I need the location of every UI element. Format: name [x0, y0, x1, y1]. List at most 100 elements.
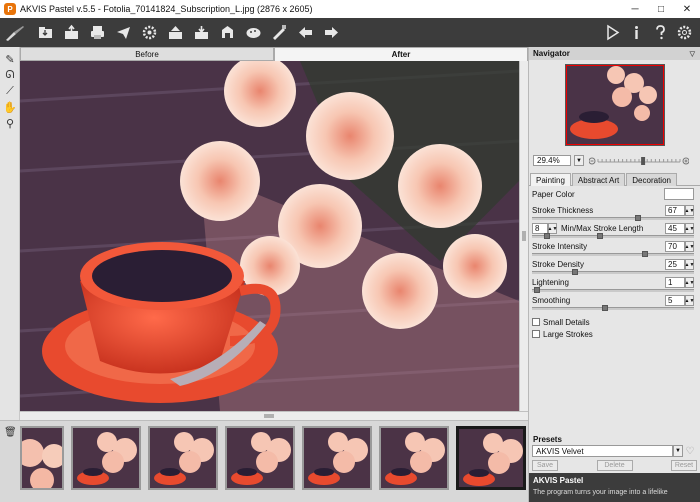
lightening-slider[interactable] — [532, 289, 694, 292]
tab-decoration[interactable]: Decoration — [626, 173, 677, 186]
zoom-icon[interactable]: ⚲ — [0, 115, 20, 131]
stroke-length-row: 8 ▲▼ Min/Max Stroke Length 45 ▲▼ — [532, 222, 697, 240]
stroke-intensity-input[interactable]: 70 — [665, 241, 685, 252]
reset-preset-button[interactable]: Reset — [671, 460, 697, 471]
zoom-slider[interactable] — [589, 156, 689, 165]
large-strokes-label: Large Strokes — [543, 329, 593, 339]
slider-handle-min[interactable] — [544, 233, 550, 239]
spinner-icon[interactable]: ▲▼ — [685, 205, 694, 216]
spinner-icon[interactable]: ▲▼ — [685, 295, 694, 306]
paper-color-swatch[interactable] — [664, 188, 694, 200]
slider-handle[interactable] — [635, 215, 641, 221]
timeline-thumbnail[interactable] — [148, 426, 218, 490]
hand-icon[interactable]: ✋ — [0, 99, 20, 115]
navigator — [529, 60, 700, 153]
view-tabs: Before After — [20, 47, 528, 61]
tab-before[interactable]: Before — [20, 47, 274, 61]
timeline-thumbnail[interactable] — [225, 426, 295, 490]
timeline-thumbnail[interactable] — [302, 426, 372, 490]
about-panel: AKVIS Pastel The program turns your imag… — [529, 473, 700, 502]
print-icon[interactable] — [84, 21, 110, 45]
small-details-checkbox[interactable] — [532, 318, 540, 326]
timeline-thumbnail[interactable] — [20, 426, 64, 490]
spinner-icon[interactable]: ▲▼ — [685, 241, 694, 252]
stroke-thickness-slider[interactable] — [532, 217, 694, 220]
lightening-row: Lightening 1 ▲▼ — [532, 276, 697, 294]
export-icon[interactable] — [188, 21, 214, 45]
spinner-icon[interactable]: ▲▼ — [685, 259, 694, 270]
navigator-preview[interactable] — [565, 64, 665, 146]
trash-icon[interactable]: 🗑 — [4, 427, 17, 438]
spinner-icon[interactable]: ▲▼ — [685, 277, 694, 288]
stroke-length-slider[interactable] — [532, 235, 694, 238]
tab-painting[interactable]: Painting — [530, 173, 571, 186]
lightening-input[interactable]: 1 — [665, 277, 685, 288]
import-icon[interactable] — [214, 21, 240, 45]
zoom-dropdown-icon[interactable]: ▼ — [574, 155, 584, 166]
slider-handle-max[interactable] — [597, 233, 603, 239]
back-arrow-icon[interactable] — [292, 21, 318, 45]
favorite-heart-icon[interactable]: ♡ — [683, 445, 697, 457]
slider-handle[interactable] — [534, 287, 540, 293]
timeline-thumbnail[interactable] — [71, 426, 141, 490]
smudge-icon[interactable]: ⟋ — [0, 83, 20, 99]
delete-preset-button[interactable]: Delete — [596, 460, 633, 471]
main-toolbar — [0, 18, 700, 47]
small-details-option[interactable]: Small Details — [532, 316, 697, 328]
presets-title: Presets — [533, 434, 562, 444]
preset-select[interactable]: AKVIS Velvet — [532, 445, 673, 457]
brush-share-icon[interactable] — [266, 21, 292, 45]
chevron-down-icon[interactable]: ▼ — [673, 445, 683, 457]
canvas-vertical-scrollbar[interactable] — [519, 61, 528, 411]
minimize-button[interactable]: ─ — [622, 0, 648, 18]
batch-icon[interactable] — [162, 21, 188, 45]
app-logo-icon: P — [4, 3, 16, 15]
tab-after[interactable]: After — [274, 47, 528, 61]
about-description: The program turns your image into a life… — [533, 489, 668, 496]
about-title: AKVIS Pastel — [533, 476, 584, 485]
large-strokes-option[interactable]: Large Strokes — [532, 328, 697, 340]
open-icon[interactable] — [32, 21, 58, 45]
preferences-icon[interactable] — [672, 20, 696, 44]
close-button[interactable]: ✕ — [674, 0, 700, 18]
slider-handle[interactable] — [602, 305, 608, 311]
save-preset-button[interactable]: Save — [532, 460, 558, 471]
smoothing-input[interactable]: 5 — [665, 295, 685, 306]
tab-abstract-art[interactable]: Abstract Art — [571, 173, 626, 186]
zoom-input[interactable]: 29.4% — [533, 155, 571, 166]
large-strokes-checkbox[interactable] — [532, 330, 540, 338]
timeline-filmstrip: 🗑 — [0, 420, 528, 502]
stroke-thickness-row: Stroke Thickness 67 ▲▼ — [532, 204, 697, 222]
spinner-icon[interactable]: ▲▼ — [685, 223, 694, 234]
maximize-button[interactable]: □ — [648, 0, 674, 18]
preset-share-icon[interactable] — [240, 21, 266, 45]
run-icon[interactable] — [600, 20, 624, 44]
settings-gear-icon[interactable] — [136, 21, 162, 45]
smoothing-slider[interactable] — [532, 307, 694, 310]
stroke-density-input[interactable]: 25 — [665, 259, 685, 270]
forward-arrow-icon[interactable] — [318, 21, 344, 45]
stroke-density-slider[interactable] — [532, 271, 694, 274]
help-icon[interactable] — [648, 20, 672, 44]
navigator-title: Navigator — [533, 49, 570, 58]
save-icon[interactable] — [58, 21, 84, 45]
stroke-thickness-input[interactable]: 67 — [665, 205, 685, 216]
brush-icon[interactable]: ✎ — [0, 51, 20, 67]
image-canvas[interactable] — [20, 61, 519, 411]
timeline-thumbnail[interactable] — [379, 426, 449, 490]
lightening-label: Lightening — [532, 278, 569, 287]
pastel-artwork — [20, 61, 519, 411]
collapse-icon[interactable]: ▽ — [690, 50, 695, 58]
share-icon[interactable] — [110, 21, 136, 45]
history-brush-icon[interactable]: ᘏ — [0, 67, 20, 83]
slider-handle[interactable] — [572, 269, 578, 275]
presets-section: Presets AKVIS Velvet ▼ ♡ Save Delete Res… — [529, 433, 700, 474]
navigator-view-rect[interactable] — [566, 65, 664, 145]
timeline-thumbnail-selected[interactable] — [456, 426, 526, 490]
stroke-intensity-slider[interactable] — [532, 253, 694, 256]
info-icon[interactable] — [624, 20, 648, 44]
slider-handle[interactable] — [642, 251, 648, 257]
canvas-horizontal-scrollbar[interactable] — [20, 411, 528, 420]
stroke-length-max-input[interactable]: 45 — [665, 223, 685, 234]
paper-color-row: Paper Color — [532, 188, 697, 204]
